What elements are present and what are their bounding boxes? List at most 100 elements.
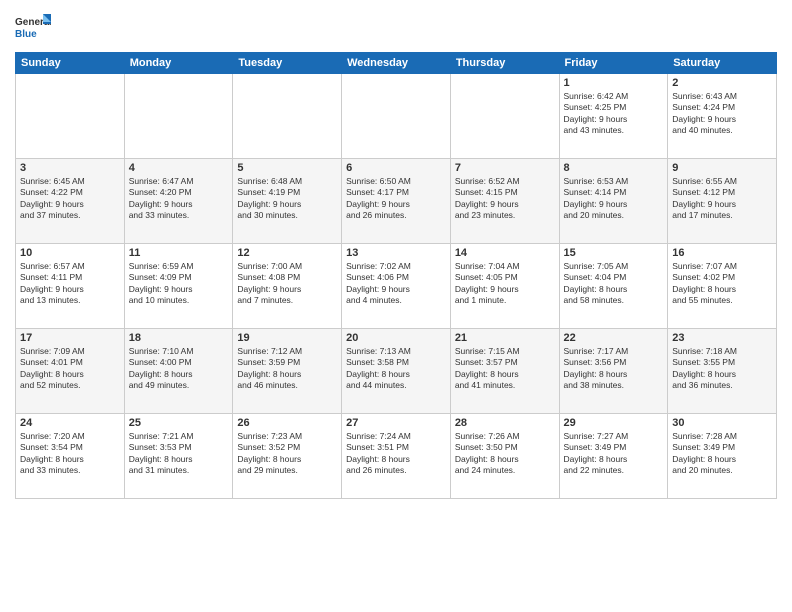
header-sunday: Sunday [16, 53, 125, 74]
cell-4-5: 29 Sunrise: 7:27 AM Sunset: 3:49 PM Dayli… [559, 414, 668, 499]
day-info-12: Sunrise: 7:00 AM Sunset: 4:08 PM Dayligh… [237, 261, 337, 307]
day-info-2: Sunrise: 6:43 AM Sunset: 4:24 PM Dayligh… [672, 91, 772, 137]
day-number-17: 17 [20, 332, 120, 344]
cell-3-3: 20 Sunrise: 7:13 AM Sunset: 3:58 PM Dayli… [342, 329, 451, 414]
header-row: SundayMondayTuesdayWednesdayThursdayFrid… [16, 53, 777, 74]
cell-0-2 [233, 74, 342, 159]
logo: General Blue [15, 10, 51, 46]
day-info-29: Sunrise: 7:27 AM Sunset: 3:49 PM Dayligh… [564, 431, 664, 477]
day-info-25: Sunrise: 7:21 AM Sunset: 3:53 PM Dayligh… [129, 431, 229, 477]
cell-3-0: 17 Sunrise: 7:09 AM Sunset: 4:01 PM Dayli… [16, 329, 125, 414]
cell-0-4 [450, 74, 559, 159]
day-info-8: Sunrise: 6:53 AM Sunset: 4:14 PM Dayligh… [564, 176, 664, 222]
day-number-27: 27 [346, 417, 446, 429]
day-info-19: Sunrise: 7:12 AM Sunset: 3:59 PM Dayligh… [237, 346, 337, 392]
day-info-6: Sunrise: 6:50 AM Sunset: 4:17 PM Dayligh… [346, 176, 446, 222]
day-number-13: 13 [346, 247, 446, 259]
day-info-5: Sunrise: 6:48 AM Sunset: 4:19 PM Dayligh… [237, 176, 337, 222]
cell-0-5: 1 Sunrise: 6:42 AM Sunset: 4:25 PM Daylig… [559, 74, 668, 159]
cell-0-3 [342, 74, 451, 159]
cell-1-2: 5 Sunrise: 6:48 AM Sunset: 4:19 PM Daylig… [233, 159, 342, 244]
day-number-29: 29 [564, 417, 664, 429]
cell-0-6: 2 Sunrise: 6:43 AM Sunset: 4:24 PM Daylig… [668, 74, 777, 159]
day-number-19: 19 [237, 332, 337, 344]
day-info-20: Sunrise: 7:13 AM Sunset: 3:58 PM Dayligh… [346, 346, 446, 392]
day-number-30: 30 [672, 417, 772, 429]
cell-1-4: 7 Sunrise: 6:52 AM Sunset: 4:15 PM Daylig… [450, 159, 559, 244]
day-number-8: 8 [564, 162, 664, 174]
day-info-10: Sunrise: 6:57 AM Sunset: 4:11 PM Dayligh… [20, 261, 120, 307]
cell-3-1: 18Sunrise: 7:10 AM Sunset: 4:00 PM Dayli… [124, 329, 233, 414]
cell-4-4: 28Sunrise: 7:26 AM Sunset: 3:50 PM Dayli… [450, 414, 559, 499]
cell-4-2: 26Sunrise: 7:23 AM Sunset: 3:52 PM Dayli… [233, 414, 342, 499]
cell-2-6: 16Sunrise: 7:07 AM Sunset: 4:02 PM Dayli… [668, 244, 777, 329]
cell-1-6: 9 Sunrise: 6:55 AM Sunset: 4:12 PM Daylig… [668, 159, 777, 244]
day-number-14: 14 [455, 247, 555, 259]
svg-text:Blue: Blue [15, 29, 37, 40]
day-number-7: 7 [455, 162, 555, 174]
cell-2-1: 11 Sunrise: 6:59 AM Sunset: 4:09 PM Dayli… [124, 244, 233, 329]
day-info-17: Sunrise: 7:09 AM Sunset: 4:01 PM Dayligh… [20, 346, 120, 392]
day-info-4: Sunrise: 6:47 AM Sunset: 4:20 PM Dayligh… [129, 176, 229, 222]
cell-2-5: 15 Sunrise: 7:05 AM Sunset: 4:04 PM Dayli… [559, 244, 668, 329]
day-info-28: Sunrise: 7:26 AM Sunset: 3:50 PM Dayligh… [455, 431, 555, 477]
week-row-3: 10 Sunrise: 6:57 AM Sunset: 4:11 PM Dayli… [16, 244, 777, 329]
day-number-22: 22 [564, 332, 664, 344]
day-info-30: Sunrise: 7:28 AM Sunset: 3:49 PM Dayligh… [672, 431, 772, 477]
cell-2-4: 14 Sunrise: 7:04 AM Sunset: 4:05 PM Dayli… [450, 244, 559, 329]
header-friday: Friday [559, 53, 668, 74]
day-info-27: Sunrise: 7:24 AM Sunset: 3:51 PM Dayligh… [346, 431, 446, 477]
day-number-9: 9 [672, 162, 772, 174]
calendar-table: SundayMondayTuesdayWednesdayThursdayFrid… [15, 52, 777, 499]
cell-2-3: 13 Sunrise: 7:02 AM Sunset: 4:06 PM Dayli… [342, 244, 451, 329]
day-number-20: 20 [346, 332, 446, 344]
week-row-1: 1 Sunrise: 6:42 AM Sunset: 4:25 PM Daylig… [16, 74, 777, 159]
cell-4-6: 30 Sunrise: 7:28 AM Sunset: 3:49 PM Dayli… [668, 414, 777, 499]
day-info-18: Sunrise: 7:10 AM Sunset: 4:00 PM Dayligh… [129, 346, 229, 392]
day-number-24: 24 [20, 417, 120, 429]
header: General Blue [15, 10, 777, 46]
day-number-25: 25 [129, 417, 229, 429]
day-number-4: 4 [129, 162, 229, 174]
logo-bird-icon: General Blue [15, 10, 51, 46]
day-number-21: 21 [455, 332, 555, 344]
day-number-5: 5 [237, 162, 337, 174]
day-info-1: Sunrise: 6:42 AM Sunset: 4:25 PM Dayligh… [564, 91, 664, 137]
day-number-11: 11 [129, 247, 229, 259]
cell-1-1: 4 Sunrise: 6:47 AM Sunset: 4:20 PM Daylig… [124, 159, 233, 244]
cell-3-4: 21 Sunrise: 7:15 AM Sunset: 3:57 PM Dayli… [450, 329, 559, 414]
day-info-13: Sunrise: 7:02 AM Sunset: 4:06 PM Dayligh… [346, 261, 446, 307]
day-number-1: 1 [564, 77, 664, 89]
cell-2-2: 12 Sunrise: 7:00 AM Sunset: 4:08 PM Dayli… [233, 244, 342, 329]
day-info-14: Sunrise: 7:04 AM Sunset: 4:05 PM Dayligh… [455, 261, 555, 307]
day-info-24: Sunrise: 7:20 AM Sunset: 3:54 PM Dayligh… [20, 431, 120, 477]
day-number-12: 12 [237, 247, 337, 259]
day-info-15: Sunrise: 7:05 AM Sunset: 4:04 PM Dayligh… [564, 261, 664, 307]
day-number-15: 15 [564, 247, 664, 259]
header-thursday: Thursday [450, 53, 559, 74]
cell-2-0: 10 Sunrise: 6:57 AM Sunset: 4:11 PM Dayli… [16, 244, 125, 329]
week-row-4: 17 Sunrise: 7:09 AM Sunset: 4:01 PM Dayli… [16, 329, 777, 414]
page: General Blue SundayMondayTuesdayWednesda… [0, 0, 792, 612]
day-number-2: 2 [672, 77, 772, 89]
cell-0-0 [16, 74, 125, 159]
header-wednesday: Wednesday [342, 53, 451, 74]
cell-1-0: 3 Sunrise: 6:45 AM Sunset: 4:22 PM Daylig… [16, 159, 125, 244]
day-info-22: Sunrise: 7:17 AM Sunset: 3:56 PM Dayligh… [564, 346, 664, 392]
header-monday: Monday [124, 53, 233, 74]
day-info-16: Sunrise: 7:07 AM Sunset: 4:02 PM Dayligh… [672, 261, 772, 307]
day-info-9: Sunrise: 6:55 AM Sunset: 4:12 PM Dayligh… [672, 176, 772, 222]
day-info-3: Sunrise: 6:45 AM Sunset: 4:22 PM Dayligh… [20, 176, 120, 222]
day-number-3: 3 [20, 162, 120, 174]
day-info-26: Sunrise: 7:23 AM Sunset: 3:52 PM Dayligh… [237, 431, 337, 477]
day-info-7: Sunrise: 6:52 AM Sunset: 4:15 PM Dayligh… [455, 176, 555, 222]
cell-0-1 [124, 74, 233, 159]
cell-1-3: 6Sunrise: 6:50 AM Sunset: 4:17 PM Daylig… [342, 159, 451, 244]
day-info-11: Sunrise: 6:59 AM Sunset: 4:09 PM Dayligh… [129, 261, 229, 307]
cell-1-5: 8 Sunrise: 6:53 AM Sunset: 4:14 PM Daylig… [559, 159, 668, 244]
day-info-21: Sunrise: 7:15 AM Sunset: 3:57 PM Dayligh… [455, 346, 555, 392]
cell-4-3: 27 Sunrise: 7:24 AM Sunset: 3:51 PM Dayli… [342, 414, 451, 499]
cell-4-1: 25 Sunrise: 7:21 AM Sunset: 3:53 PM Dayli… [124, 414, 233, 499]
day-number-10: 10 [20, 247, 120, 259]
week-row-5: 24 Sunrise: 7:20 AM Sunset: 3:54 PM Dayli… [16, 414, 777, 499]
